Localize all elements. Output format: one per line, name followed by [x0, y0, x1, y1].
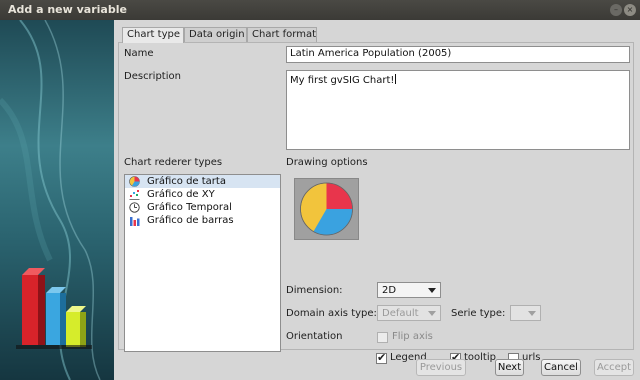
- list-item-label: Gráfico Temporal: [147, 202, 232, 213]
- description-textarea[interactable]: My first gvSIG Chart!: [286, 70, 630, 150]
- tab-chart-type[interactable]: Chart type: [122, 27, 184, 43]
- accept-button[interactable]: Accept: [594, 359, 634, 376]
- tooltip-label: tooltip: [464, 352, 496, 363]
- scatter-chart-icon: [129, 190, 140, 200]
- chevron-down-icon: [528, 311, 536, 316]
- chart-preview: [294, 178, 359, 240]
- cancel-button[interactable]: Cancel: [541, 359, 581, 376]
- list-item-pie[interactable]: Gráfico de tarta: [125, 175, 280, 188]
- renderer-type-list[interactable]: Gráfico de tarta Gráfico de XY Gráfico T…: [124, 174, 281, 352]
- bar-chart-icon: [130, 217, 140, 226]
- chevron-down-icon: [428, 311, 436, 316]
- flip-axis-checkbox[interactable]: [377, 332, 388, 343]
- clock-icon: [129, 202, 140, 213]
- dimension-select[interactable]: 2D: [377, 282, 441, 298]
- tab-content: Name Latin America Population (2005) Des…: [118, 42, 634, 352]
- legend-checkbox[interactable]: ✔: [376, 351, 387, 364]
- tab-chart-format[interactable]: Chart format: [247, 27, 317, 42]
- previous-button[interactable]: Previous: [416, 359, 466, 376]
- dimension-value: 2D: [382, 285, 397, 296]
- window-title: Add a new variable: [8, 3, 127, 16]
- domain-axis-label: Domain axis type:: [286, 308, 377, 319]
- chevron-down-icon: [428, 288, 436, 293]
- text-caret: [395, 74, 397, 84]
- tab-data-origin[interactable]: Data origin: [184, 27, 247, 42]
- list-item-label: Gráfico de barras: [147, 215, 234, 226]
- description-text: My first gvSIG Chart!: [290, 75, 395, 86]
- minimize-icon[interactable]: –: [610, 4, 622, 16]
- pie-preview-icon: [300, 182, 353, 236]
- list-item-temporal[interactable]: Gráfico Temporal: [125, 201, 280, 214]
- list-item-xy[interactable]: Gráfico de XY: [125, 188, 280, 201]
- flip-axis-label: Flip axis: [392, 331, 433, 342]
- wizard-panel: Chart type Data origin Chart format Name…: [114, 20, 640, 380]
- description-label: Description: [124, 71, 181, 82]
- name-input[interactable]: Latin America Population (2005): [286, 46, 630, 63]
- close-icon[interactable]: ×: [624, 4, 636, 16]
- list-item-bars[interactable]: Gráfico de barras: [125, 214, 280, 227]
- name-label: Name: [124, 48, 154, 59]
- orientation-label: Orientation: [286, 331, 343, 342]
- domain-axis-select[interactable]: Default: [377, 305, 441, 321]
- wizard-banner-image: [0, 20, 114, 380]
- list-item-label: Gráfico de tarta: [147, 176, 226, 187]
- urls-label: urls: [522, 352, 541, 363]
- list-item-label: Gráfico de XY: [147, 189, 215, 200]
- dimension-label: Dimension:: [286, 285, 343, 296]
- next-button[interactable]: Next: [495, 359, 524, 376]
- serie-type-select[interactable]: [510, 305, 541, 321]
- pie-chart-icon: [129, 176, 140, 187]
- renderer-types-label: Chart rederer types: [124, 157, 223, 168]
- drawing-options-label: Drawing options: [286, 157, 368, 168]
- domain-axis-value: Default: [382, 308, 419, 319]
- serie-type-label: Serie type:: [451, 308, 506, 319]
- window-titlebar: Add a new variable – ×: [0, 0, 640, 20]
- checkmark-icon: ✔: [377, 351, 387, 364]
- banner-graphic: [0, 20, 101, 380]
